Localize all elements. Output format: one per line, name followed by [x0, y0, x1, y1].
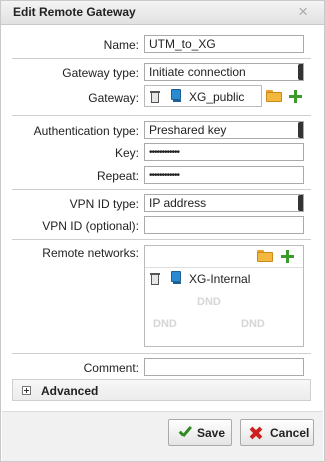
dnd-watermark: DND [153, 318, 177, 330]
key-input[interactable]: •••••••••••• [144, 143, 304, 161]
checkmark-icon [177, 425, 192, 440]
cancel-button-label: Cancel [270, 426, 310, 440]
authentication-type-select[interactable]: Preshared key [144, 121, 304, 139]
remote-networks-label: Remote networks: [42, 246, 139, 260]
dialog-title: Edit Remote Gateway [13, 5, 136, 19]
dropdown-arrow-icon [298, 195, 303, 211]
list-item[interactable]: XG-Internal [145, 268, 303, 289]
dialog-titlebar: Edit Remote Gateway × [1, 1, 324, 25]
remote-network-name: XG-Internal [189, 272, 251, 286]
advanced-label: Advanced [41, 384, 99, 398]
gateway-type-select[interactable]: Initiate connection [144, 63, 304, 81]
dropdown-arrow-icon [298, 122, 303, 138]
vpn-id-input[interactable] [144, 216, 304, 234]
cancel-button[interactable]: Cancel [240, 419, 314, 446]
network-icon [171, 89, 183, 102]
divider [12, 239, 311, 240]
key-label: Key: [114, 146, 139, 160]
gateway-drop-field[interactable]: XG_public [144, 85, 262, 107]
name-label: Name: [103, 38, 139, 52]
authentication-type-label: Authentication type: [33, 124, 139, 138]
comment-input[interactable] [144, 358, 304, 376]
divider [12, 189, 311, 190]
remote-networks-list[interactable]: XG-Internal DND DND DND [144, 245, 304, 347]
trash-icon[interactable] [150, 90, 160, 103]
advanced-section-toggle[interactable]: Advanced [12, 379, 311, 401]
name-input[interactable]: UTM_to_XG [144, 35, 304, 53]
dnd-watermark: DND [197, 296, 221, 308]
dnd-watermark: DND [241, 318, 265, 330]
gateway-type-label: Gateway type: [62, 66, 139, 80]
gateway-label: Gateway: [88, 91, 139, 105]
vpn-id-type-select[interactable]: IP address [144, 194, 304, 212]
expand-icon[interactable] [22, 386, 31, 395]
vpn-id-type-label: VPN ID type: [69, 197, 139, 211]
dialog-footer: Save Cancel [2, 411, 323, 461]
plus-icon[interactable] [281, 250, 294, 263]
authentication-type-value: Preshared key [149, 123, 227, 137]
repeat-label: Repeat: [96, 169, 139, 183]
save-button[interactable]: Save [168, 419, 232, 446]
x-icon [249, 426, 263, 440]
comment-label: Comment: [83, 361, 139, 375]
plus-icon[interactable] [289, 90, 302, 103]
repeat-input[interactable]: •••••••••••• [144, 166, 304, 184]
divider [12, 115, 311, 116]
divider [12, 353, 311, 354]
vpn-id-type-value: IP address [149, 196, 207, 210]
remote-networks-toolbar [145, 246, 303, 268]
vpn-id-label: VPN ID (optional): [42, 219, 139, 233]
gateway-value: XG_public [189, 90, 245, 104]
dropdown-arrow-icon [298, 64, 303, 80]
trash-icon[interactable] [150, 272, 160, 285]
save-button-label: Save [197, 426, 226, 440]
folder-icon[interactable] [266, 90, 282, 102]
network-icon [171, 271, 183, 284]
gateway-type-value: Initiate connection [149, 65, 246, 79]
edit-remote-gateway-dialog: Edit Remote Gateway × Name: UTM_to_XG Ga… [0, 0, 325, 462]
folder-icon[interactable] [257, 250, 273, 262]
close-icon[interactable]: × [298, 2, 308, 22]
divider [12, 58, 311, 59]
